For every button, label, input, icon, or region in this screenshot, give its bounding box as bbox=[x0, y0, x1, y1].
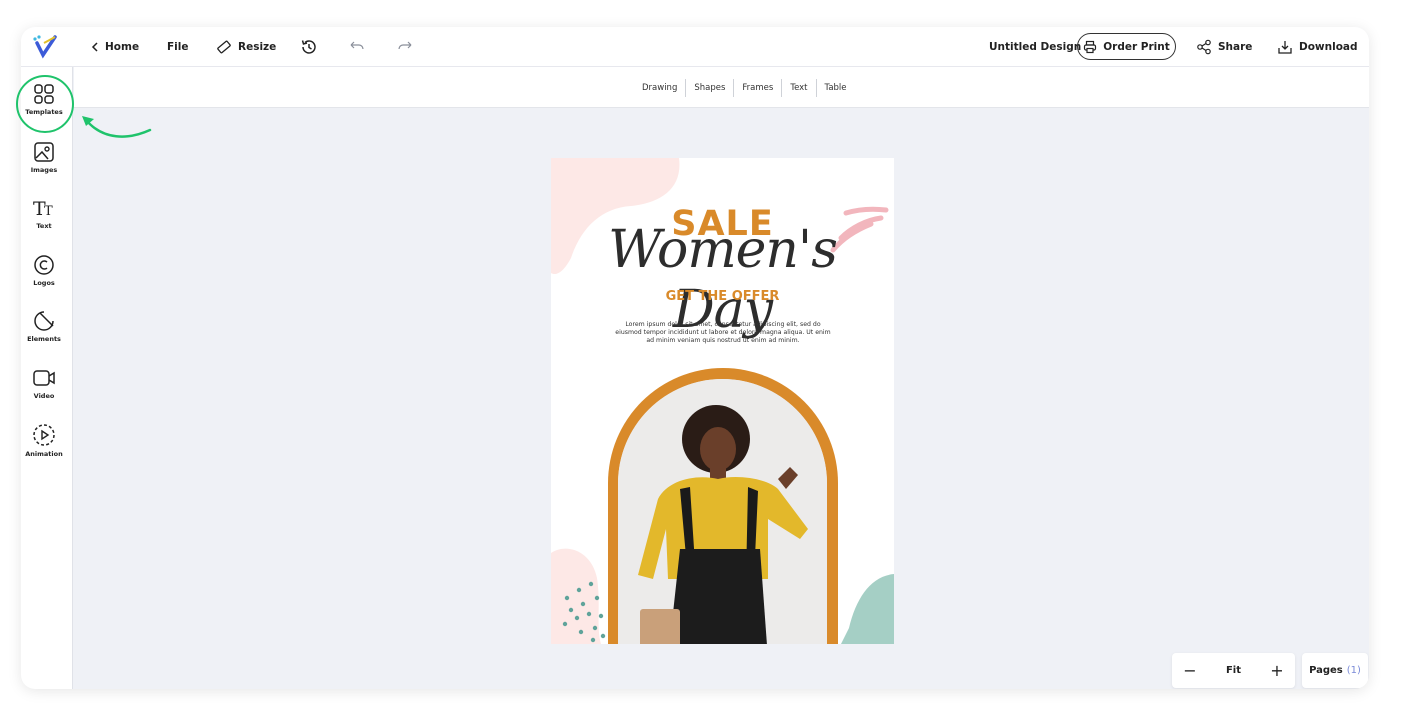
file-menu[interactable]: File bbox=[167, 27, 189, 67]
home-button[interactable]: Home bbox=[91, 27, 139, 67]
order-print-button[interactable]: Order Print bbox=[1077, 33, 1176, 60]
tab-table[interactable]: Table bbox=[817, 79, 855, 97]
image-icon bbox=[34, 142, 54, 162]
ruler-icon bbox=[217, 40, 231, 54]
pages-label: Pages bbox=[1309, 665, 1343, 676]
copyright-icon bbox=[34, 255, 54, 275]
sidebar-item-label: Images bbox=[30, 166, 58, 174]
model-figure bbox=[618, 379, 827, 644]
redo-icon[interactable] bbox=[395, 37, 415, 57]
sidebar-item-label: Animation bbox=[25, 450, 63, 458]
sidebar-item-logos[interactable]: Logos bbox=[21, 254, 67, 310]
editor-app: Home File Resize Untitled Design Order P… bbox=[21, 27, 1369, 689]
download-label: Download bbox=[1299, 41, 1358, 53]
text-icon: T T bbox=[33, 198, 53, 219]
sidebar-item-label: Elements bbox=[27, 335, 61, 343]
element-toolbar: Drawing Shapes Frames Text Table bbox=[74, 67, 1369, 108]
design-title-label: Untitled Design bbox=[989, 41, 1082, 53]
share-icon bbox=[1197, 39, 1211, 55]
tab-frames[interactable]: Frames bbox=[734, 78, 783, 97]
file-label: File bbox=[167, 41, 189, 53]
arrow-annotation bbox=[82, 116, 152, 138]
top-bar: Home File Resize Untitled Design Order P… bbox=[21, 27, 1369, 67]
design-page[interactable]: SALE Women's Day GET THE OFFER Lorem ips… bbox=[551, 158, 894, 644]
tab-shapes[interactable]: Shapes bbox=[686, 78, 735, 97]
printer-icon bbox=[1084, 40, 1097, 53]
tab-drawing[interactable]: Drawing bbox=[634, 78, 687, 97]
sidebar-item-video[interactable]: Video bbox=[21, 367, 67, 423]
history-icon[interactable] bbox=[299, 37, 319, 57]
body-text[interactable]: Lorem ipsum dolor sit amet, consectetur … bbox=[613, 321, 833, 345]
svg-text:T: T bbox=[44, 204, 53, 219]
offer-subheading[interactable]: GET THE OFFER bbox=[551, 289, 894, 304]
order-print-label: Order Print bbox=[1103, 40, 1170, 53]
tab-text[interactable]: Text bbox=[782, 78, 817, 97]
zoom-level[interactable]: Fit bbox=[1208, 665, 1259, 676]
share-button[interactable]: Share bbox=[1196, 27, 1252, 67]
sidebar-item-label: Video bbox=[33, 392, 55, 400]
chevron-left-icon bbox=[91, 42, 98, 52]
video-icon bbox=[33, 370, 55, 386]
logo[interactable] bbox=[31, 33, 59, 61]
elements-icon bbox=[34, 311, 54, 331]
sidebar-item-animation[interactable]: Animation bbox=[21, 423, 67, 479]
zoom-control: − Fit + bbox=[1172, 653, 1295, 688]
sidebar-item-elements[interactable]: Elements bbox=[21, 310, 67, 366]
sidebar-item-text[interactable]: T T Text bbox=[21, 197, 67, 253]
download-button[interactable]: Download bbox=[1277, 27, 1358, 67]
animation-icon bbox=[33, 424, 55, 446]
left-sidebar: Templates Images T T Text Logos Elements… bbox=[21, 67, 73, 689]
pages-button[interactable]: Pages (1) bbox=[1302, 653, 1368, 688]
design-title[interactable]: Untitled Design bbox=[989, 27, 1081, 67]
model-photo[interactable] bbox=[618, 379, 827, 644]
resize-label: Resize bbox=[238, 41, 277, 53]
sidebar-item-images[interactable]: Images bbox=[21, 141, 67, 197]
sidebar-item-label: Logos bbox=[33, 279, 55, 287]
sidebar-item-label: Text bbox=[36, 222, 52, 230]
download-icon bbox=[1278, 41, 1292, 54]
home-label: Home bbox=[105, 41, 140, 53]
highlight-circle bbox=[16, 75, 74, 133]
zoom-out-button[interactable]: − bbox=[1172, 661, 1208, 680]
zoom-in-button[interactable]: + bbox=[1259, 661, 1295, 680]
undo-icon[interactable] bbox=[347, 37, 367, 57]
resize-button[interactable]: Resize bbox=[216, 27, 276, 67]
pages-count: (1) bbox=[1346, 665, 1361, 676]
share-label: Share bbox=[1218, 41, 1253, 53]
